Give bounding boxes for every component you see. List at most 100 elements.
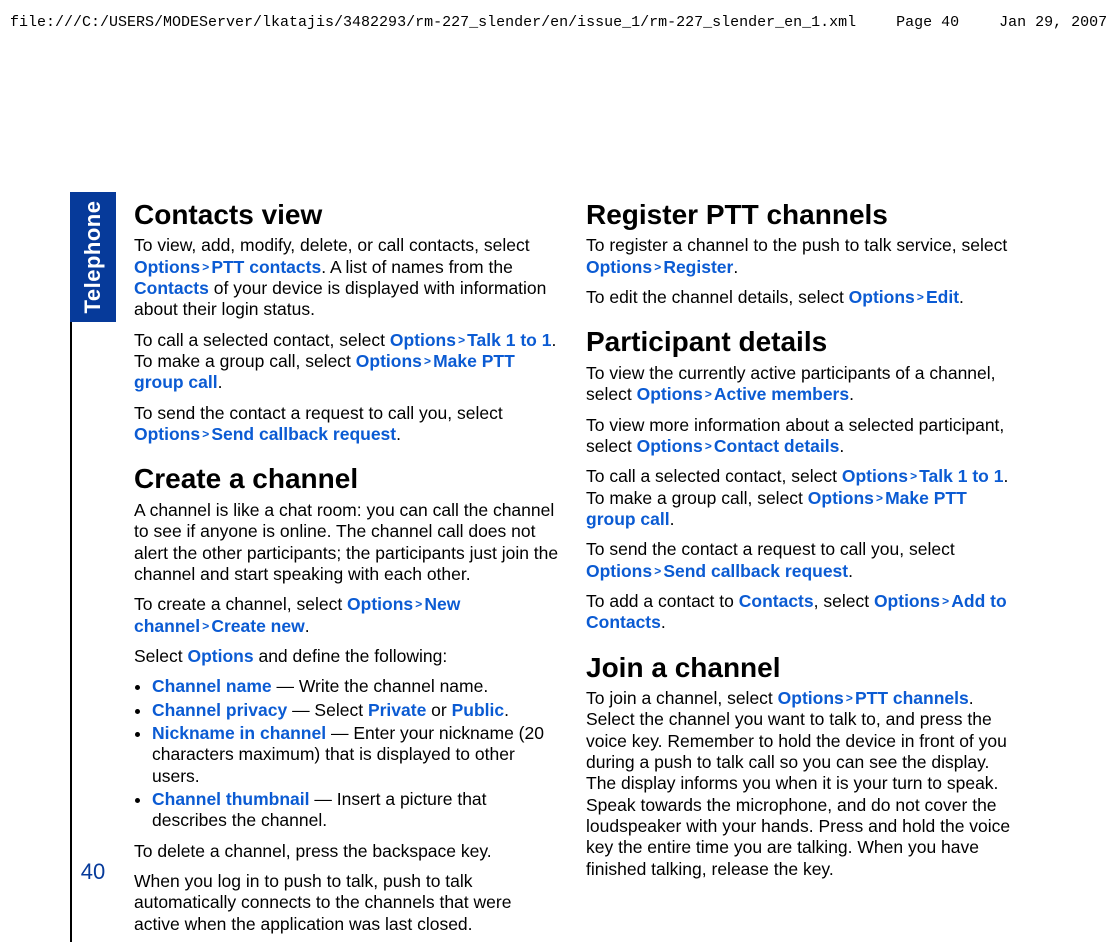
text: .	[396, 424, 401, 444]
chevron-right-icon: >	[422, 355, 433, 369]
chevron-right-icon: >	[874, 492, 885, 506]
list-item: Channel privacy — Select Private or Publ…	[152, 700, 560, 721]
menu-create-new: Create new	[211, 616, 304, 636]
text: .	[670, 509, 675, 529]
p-send-callback: To send the contact a request to call yo…	[134, 403, 560, 446]
chevron-right-icon: >	[703, 388, 714, 402]
text: Select	[134, 646, 188, 666]
page-root: file:///C:/USERS/MODEServer/lkatajis/348…	[0, 0, 1107, 940]
text: To send the contact a request to call yo…	[134, 403, 503, 423]
menu-send-callback-request: Send callback request	[211, 424, 396, 444]
menu-options: Options	[586, 561, 652, 581]
menu-ptt-channels: PTT channels	[855, 688, 969, 708]
p-join-channel: To join a channel, select Options>PTT ch…	[586, 688, 1012, 880]
p-login-autoconnect: When you log in to push to talk, push to…	[134, 871, 560, 935]
header-timestamp: Jan 29, 2007 12:37:36 PM	[999, 14, 1107, 31]
p-call-contact-2: To call a selected contact, select Optio…	[586, 466, 1012, 530]
text: To view, add, modify, delete, or call co…	[134, 235, 530, 255]
text: .	[305, 616, 310, 636]
menu-options: Options	[390, 330, 456, 350]
text: To create a channel, select	[134, 594, 347, 614]
menu-options: Options	[134, 424, 200, 444]
chevron-right-icon: >	[940, 595, 951, 609]
field-channel-thumbnail: Channel thumbnail	[152, 789, 310, 809]
menu-options: Options	[808, 488, 874, 508]
chevron-right-icon: >	[915, 291, 926, 305]
menu-options: Options	[586, 257, 652, 277]
channel-fields-list: Channel name — Write the channel name. C…	[134, 676, 560, 831]
heading-create-channel: Create a channel	[134, 464, 560, 493]
text: To call a selected contact, select	[586, 466, 842, 486]
menu-options: Options	[874, 591, 940, 611]
text: To register a channel to the push to tal…	[586, 235, 1007, 255]
chevron-right-icon: >	[844, 692, 855, 706]
menu-contacts: Contacts	[739, 591, 814, 611]
chevron-right-icon: >	[456, 334, 467, 348]
p-active-members: To view the currently active participant…	[586, 363, 1012, 406]
menu-options: Options	[842, 466, 908, 486]
menu-talk-1to1: Talk 1 to 1	[467, 330, 551, 350]
chevron-right-icon: >	[652, 261, 663, 275]
p-contacts-intro: To view, add, modify, delete, or call co…	[134, 235, 560, 320]
text: .	[733, 257, 738, 277]
menu-register: Register	[663, 257, 733, 277]
p-register: To register a channel to the push to tal…	[586, 235, 1012, 278]
text: and define the following:	[254, 646, 448, 666]
menu-options: Options	[637, 436, 703, 456]
text: To join a channel, select	[586, 688, 778, 708]
text: To call a selected contact, select	[134, 330, 390, 350]
heading-contacts-view: Contacts view	[134, 200, 560, 229]
chevron-right-icon: >	[200, 261, 211, 275]
list-item: Channel name — Write the channel name.	[152, 676, 560, 697]
menu-options: Options	[134, 257, 200, 277]
chevron-right-icon: >	[413, 598, 424, 612]
heading-join-channel: Join a channel	[586, 653, 1012, 682]
menu-options: Options	[637, 384, 703, 404]
menu-send-callback-request: Send callback request	[663, 561, 848, 581]
p-contact-details: To view more information about a selecte…	[586, 415, 1012, 458]
p-channel-desc: A channel is like a chat room: you can c…	[134, 500, 560, 585]
header-page: Page 40	[896, 14, 959, 31]
option-private: Private	[368, 700, 426, 720]
heading-register-ptt: Register PTT channels	[586, 200, 1012, 229]
text: .	[959, 287, 964, 307]
field-channel-privacy: Channel privacy	[152, 700, 287, 720]
p-add-to-contacts: To add a contact to Contacts, select Opt…	[586, 591, 1012, 634]
list-item: Nickname in channel — Enter your nicknam…	[152, 723, 560, 787]
text: .	[848, 561, 853, 581]
header-file-path: file:///C:/USERS/MODEServer/lkatajis/348…	[10, 14, 856, 31]
menu-ptt-contacts: PTT contacts	[211, 257, 321, 277]
menu-options: Options	[347, 594, 413, 614]
text: .	[218, 372, 223, 392]
text: , select	[814, 591, 874, 611]
text: — Select	[287, 700, 368, 720]
p-send-callback-2: To send the contact a request to call yo…	[586, 539, 1012, 582]
right-column: Register PTT channels To register a chan…	[586, 200, 1012, 944]
page-number: 40	[70, 859, 116, 885]
text: — Write the channel name.	[272, 676, 489, 696]
text: .	[661, 612, 666, 632]
p-create-channel: To create a channel, select Options>New …	[134, 594, 560, 637]
menu-options: Options	[188, 646, 254, 666]
left-column: Contacts view To view, add, modify, dele…	[134, 200, 560, 944]
content-columns: Contacts view To view, add, modify, dele…	[134, 200, 1012, 944]
option-public: Public	[452, 700, 505, 720]
menu-contact-details: Contact details	[714, 436, 839, 456]
menu-options: Options	[778, 688, 844, 708]
field-channel-name: Channel name	[152, 676, 272, 696]
text: .	[839, 436, 844, 456]
heading-participant-details: Participant details	[586, 327, 1012, 356]
text: To edit the channel details, select	[586, 287, 849, 307]
text: To add a contact to	[586, 591, 739, 611]
chevron-right-icon: >	[703, 440, 714, 454]
menu-edit: Edit	[926, 287, 959, 307]
menu-active-members: Active members	[714, 384, 849, 404]
chevron-right-icon: >	[200, 620, 211, 634]
p-call-contact: To call a selected contact, select Optio…	[134, 330, 560, 394]
chevron-right-icon: >	[652, 565, 663, 579]
field-nickname: Nickname in channel	[152, 723, 326, 743]
menu-options: Options	[849, 287, 915, 307]
chevron-right-icon: >	[908, 470, 919, 484]
menu-talk-1to1: Talk 1 to 1	[919, 466, 1003, 486]
list-item: Channel thumbnail — Insert a picture tha…	[152, 789, 560, 832]
